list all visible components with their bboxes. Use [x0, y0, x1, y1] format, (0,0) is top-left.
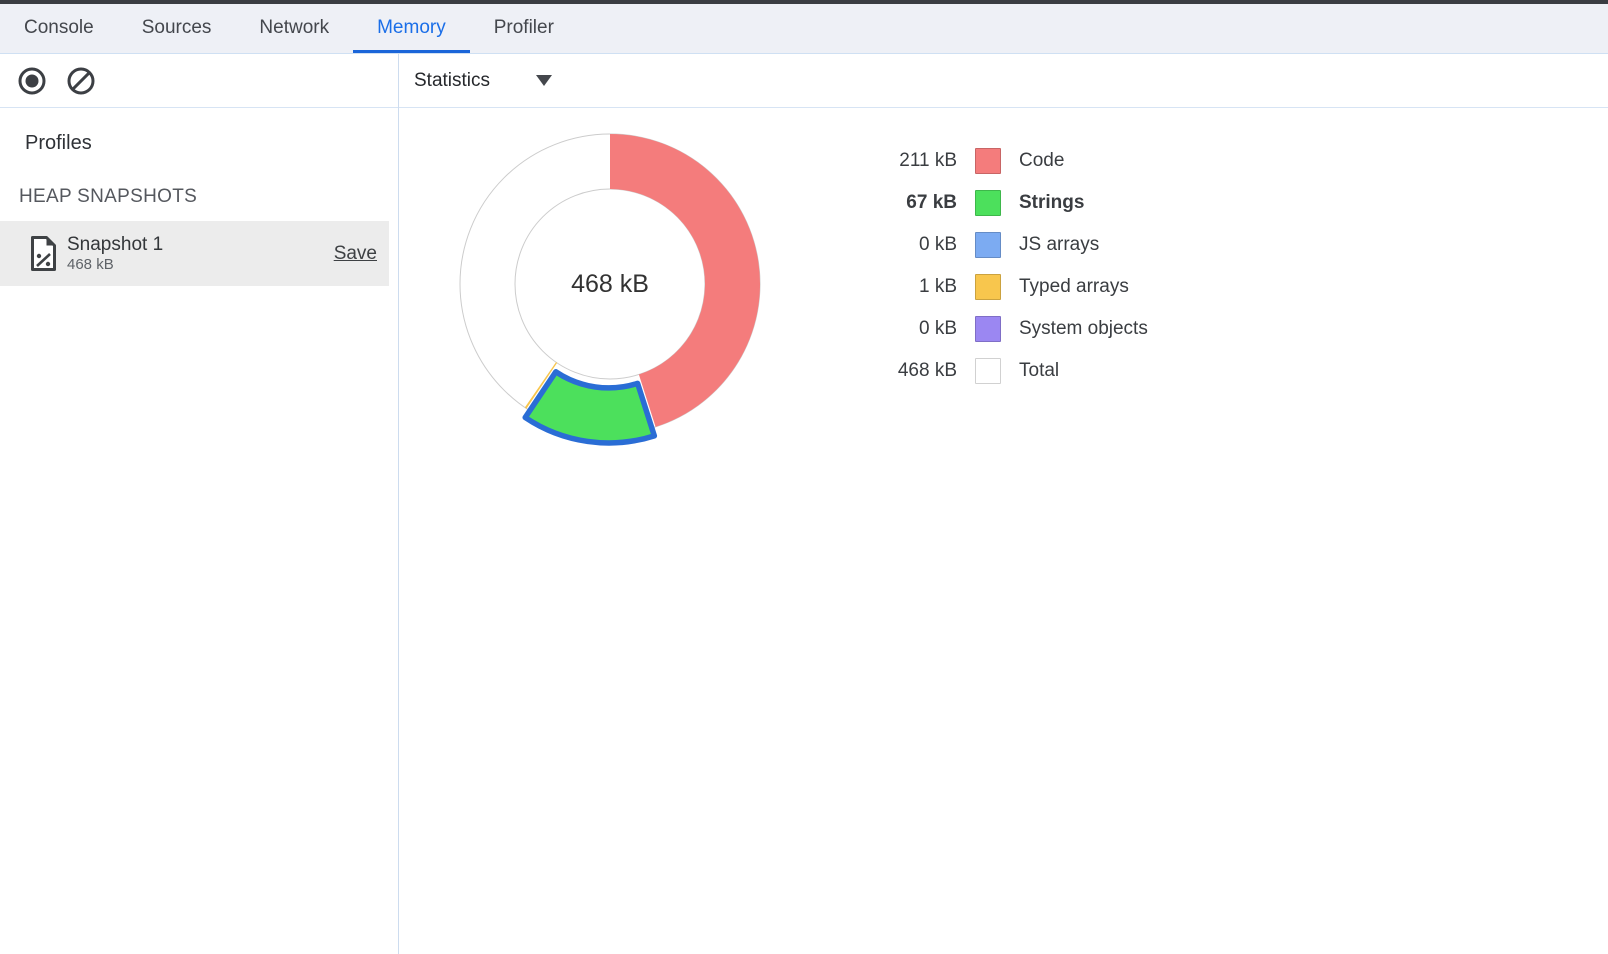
- snapshot-view-pane: Statistics 468 kB 211 kB Code: [399, 54, 1608, 954]
- legend-label: Strings: [1019, 192, 1084, 214]
- legend-value: 468 kB: [837, 360, 957, 382]
- profiles-list: Profiles HEAP SNAPSHOTS Snapshot 1 468 k…: [0, 108, 398, 954]
- legend-row-typed-arrays[interactable]: 1 kB Typed arrays: [837, 266, 1148, 308]
- donut-slice-strings[interactable]: [525, 372, 654, 443]
- tab-profiler[interactable]: Profiler: [470, 4, 578, 53]
- legend-row-js-arrays[interactable]: 0 kB JS arrays: [837, 224, 1148, 266]
- snapshot-texts: Snapshot 1 468 kB: [67, 234, 163, 274]
- legend-swatch-js-arrays: [975, 232, 1001, 258]
- legend-swatch-typed-arrays: [975, 274, 1001, 300]
- perspective-selector[interactable]: Statistics: [414, 70, 552, 92]
- snapshot-list-item[interactable]: Snapshot 1 468 kB Save: [0, 221, 389, 286]
- record-heap-snapshot-button[interactable]: [17, 66, 47, 96]
- tab-console[interactable]: Console: [0, 4, 118, 53]
- snapshot-title: Snapshot 1: [67, 234, 163, 256]
- record-icon: [17, 66, 47, 96]
- legend-swatch-total: [975, 358, 1001, 384]
- legend-value: 1 kB: [837, 276, 957, 298]
- legend-value: 0 kB: [837, 318, 957, 340]
- legend-label: JS arrays: [1019, 234, 1099, 256]
- legend-row-system-objects[interactable]: 0 kB System objects: [837, 308, 1148, 350]
- legend-value: 211 kB: [837, 150, 957, 172]
- profiles-sidebar: Profiles HEAP SNAPSHOTS Snapshot 1 468 k…: [0, 54, 399, 954]
- tab-memory[interactable]: Memory: [353, 4, 470, 53]
- legend-label: System objects: [1019, 318, 1148, 340]
- legend-label: Code: [1019, 150, 1064, 172]
- heap-snapshot-file-icon: [30, 235, 57, 272]
- legend-swatch-strings: [975, 190, 1001, 216]
- legend-row-total[interactable]: 468 kB Total: [837, 350, 1148, 392]
- legend-label: Typed arrays: [1019, 276, 1129, 298]
- snapshot-view-toolbar: Statistics: [399, 54, 1608, 108]
- legend-row-strings[interactable]: 67 kB Strings: [837, 182, 1148, 224]
- legend-swatch-code: [975, 148, 1001, 174]
- chevron-down-icon: [536, 75, 552, 86]
- clear-icon: [66, 66, 96, 96]
- profiles-heading: Profiles: [25, 132, 398, 155]
- devtools-window: Console Sources Network Memory Profiler: [0, 0, 1608, 954]
- tab-network[interactable]: Network: [235, 4, 353, 53]
- legend-value: 0 kB: [837, 234, 957, 256]
- devtools-tab-bar: Console Sources Network Memory Profiler: [0, 4, 1608, 54]
- snapshot-size: 468 kB: [67, 256, 163, 274]
- tab-sources[interactable]: Sources: [118, 4, 236, 53]
- legend-label: Total: [1019, 360, 1059, 382]
- save-snapshot-link[interactable]: Save: [334, 243, 377, 265]
- legend-row-code[interactable]: 211 kB Code: [837, 140, 1148, 182]
- heap-statistics-donut-chart: 468 kB: [440, 114, 780, 454]
- chart-legend: 211 kB Code 67 kB Strings 0 kB JS arrays: [837, 140, 1148, 392]
- perspective-selector-label: Statistics: [414, 70, 490, 92]
- legend-value: 67 kB: [837, 192, 957, 214]
- donut-center-total-label: 468 kB: [571, 270, 649, 298]
- legend-swatch-system-objects: [975, 316, 1001, 342]
- clear-profiles-button[interactable]: [66, 66, 96, 96]
- heap-snapshots-section-heading: HEAP SNAPSHOTS: [19, 186, 398, 208]
- statistics-content: 468 kB 211 kB Code 67 kB Strings 0 kB: [399, 108, 1608, 954]
- main-area: Profiles HEAP SNAPSHOTS Snapshot 1 468 k…: [0, 54, 1608, 954]
- sidebar-toolbar: [0, 54, 398, 108]
